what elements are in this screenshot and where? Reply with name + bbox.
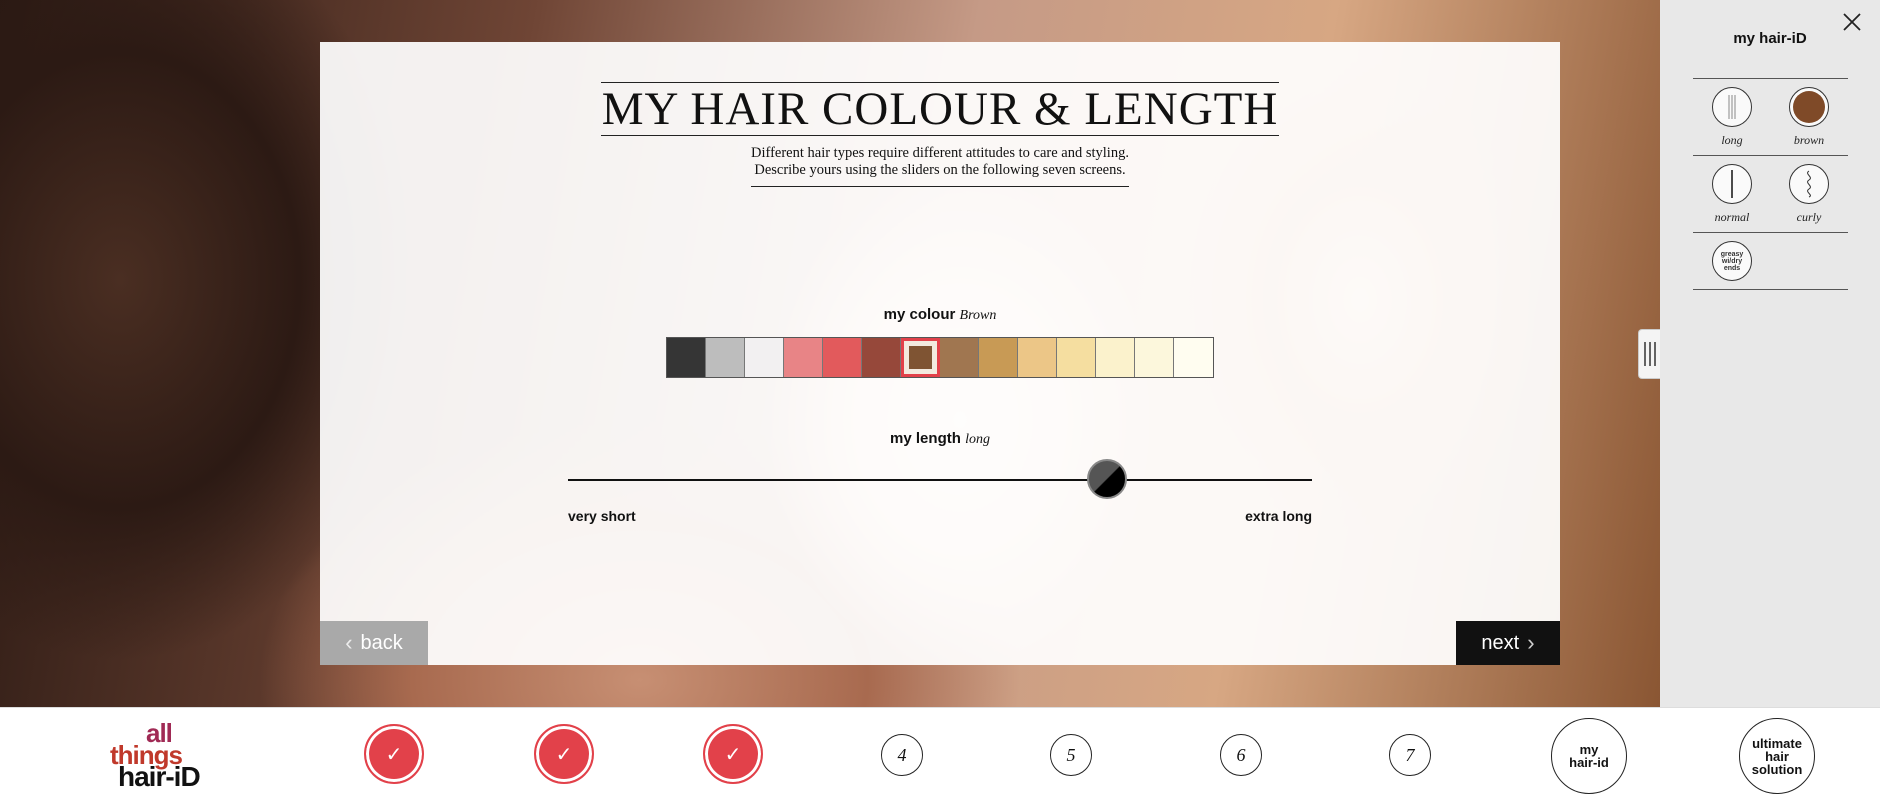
step-7[interactable]: 7 [1389,734,1431,776]
step-3-complete[interactable]: ✓ [703,724,763,784]
colour-swatch[interactable] [1174,338,1213,377]
sidebar-divider [1693,78,1848,79]
colour-swatch[interactable] [1096,338,1135,377]
curly-strand-icon [1807,170,1811,198]
step-5[interactable]: 5 [1050,734,1092,776]
colour-swatch[interactable] [1057,338,1096,377]
colour-swatch[interactable] [862,338,901,377]
page-title-wrap: MY HAIR COLOUR & LENGTH [320,82,1560,136]
colour-brown-chip [1789,87,1829,127]
sidebar-item-label: long [1721,133,1743,147]
step-4[interactable]: 4 [881,734,923,776]
sidebar-toggle-tab[interactable] [1638,329,1661,379]
length-label: my length long [320,430,1560,448]
chevron-right-icon: › [1527,630,1535,655]
length-long-chip [1712,87,1752,127]
length-slider-track[interactable] [568,479,1312,481]
page-subtitle: Different hair types require different a… [320,145,1560,187]
colour-swatch[interactable] [1018,338,1057,377]
colour-swatch[interactable] [784,338,823,377]
colour-swatch[interactable] [979,338,1018,377]
scalp-greasy-chip: greasy wi/dry ends [1712,241,1752,281]
colour-label: my colour Brown [320,306,1560,324]
colour-swatch[interactable] [901,338,940,377]
colour-swatch-picker[interactable] [666,337,1214,378]
page-title: MY HAIR COLOUR & LENGTH [600,82,1280,136]
length-slider-max-label: extra long [1245,508,1312,524]
brown-swatch-icon [1793,91,1825,123]
colour-swatch[interactable] [1135,338,1174,377]
greasy-dry-ends-label: greasy wi/dry ends [1720,250,1744,272]
logo-line-3: hair-iD [118,761,201,792]
sidebar-item-label: curly [1796,210,1822,224]
texture-curly-chip [1789,164,1829,204]
sidebar-divider [1693,289,1848,290]
next-button-label: next [1481,631,1520,654]
colour-swatch[interactable] [823,338,862,377]
my-hair-id-label: my hair-id [1569,742,1609,770]
all-things-hair-id-logo[interactable]: all things hair-iD [108,720,212,792]
my-hair-id-button[interactable]: my hair-id [1551,718,1627,794]
thickness-normal-chip [1712,164,1752,204]
sidebar-divider [1693,232,1848,233]
colour-swatch[interactable] [667,338,706,377]
colour-label-text: my colour [883,306,956,323]
progress-bar: all things hair-iD ✓ ✓ ✓ 4 5 6 7 my hair… [0,707,1880,800]
colour-value: Brown [959,308,997,323]
step-6[interactable]: 6 [1220,734,1262,776]
sidebar-item-label: brown [1793,133,1825,147]
back-button-label: back [360,631,403,654]
sidebar-item-label: normal [1714,210,1750,224]
step-2-complete[interactable]: ✓ [534,724,594,784]
colour-swatch[interactable] [940,338,979,377]
ultimate-hair-solution-label: ultimate hair solution [1751,735,1803,777]
length-slider-min-label: very short [568,508,636,524]
ultimate-hair-solution-button[interactable]: ultimate hair solution [1739,718,1815,794]
subtitle-line-2: Describe yours using the sliders on the … [754,162,1126,178]
hair-lines-icon [1644,342,1656,366]
length-value: long [965,432,990,447]
sidebar-title: my hair-iD [1733,30,1807,47]
step-1-complete[interactable]: ✓ [364,724,424,784]
length-label-text: my length [890,430,961,447]
single-strand-icon [1731,170,1733,198]
sidebar-divider [1693,155,1848,156]
chevron-left-icon: ‹ [345,630,353,655]
main-panel: MY HAIR COLOUR & LENGTH Different hair t… [320,42,1560,665]
back-button[interactable]: ‹ back [320,621,428,665]
straight-long-icon [1728,95,1736,119]
hair-id-sidebar: my hair-iD long brown normal curly greas… [1660,0,1880,707]
next-button[interactable]: next › [1456,621,1560,665]
colour-swatch[interactable] [745,338,784,377]
length-slider-handle[interactable] [1087,459,1127,499]
subtitle-line-1: Different hair types require different a… [751,145,1129,161]
colour-swatch[interactable] [706,338,745,377]
